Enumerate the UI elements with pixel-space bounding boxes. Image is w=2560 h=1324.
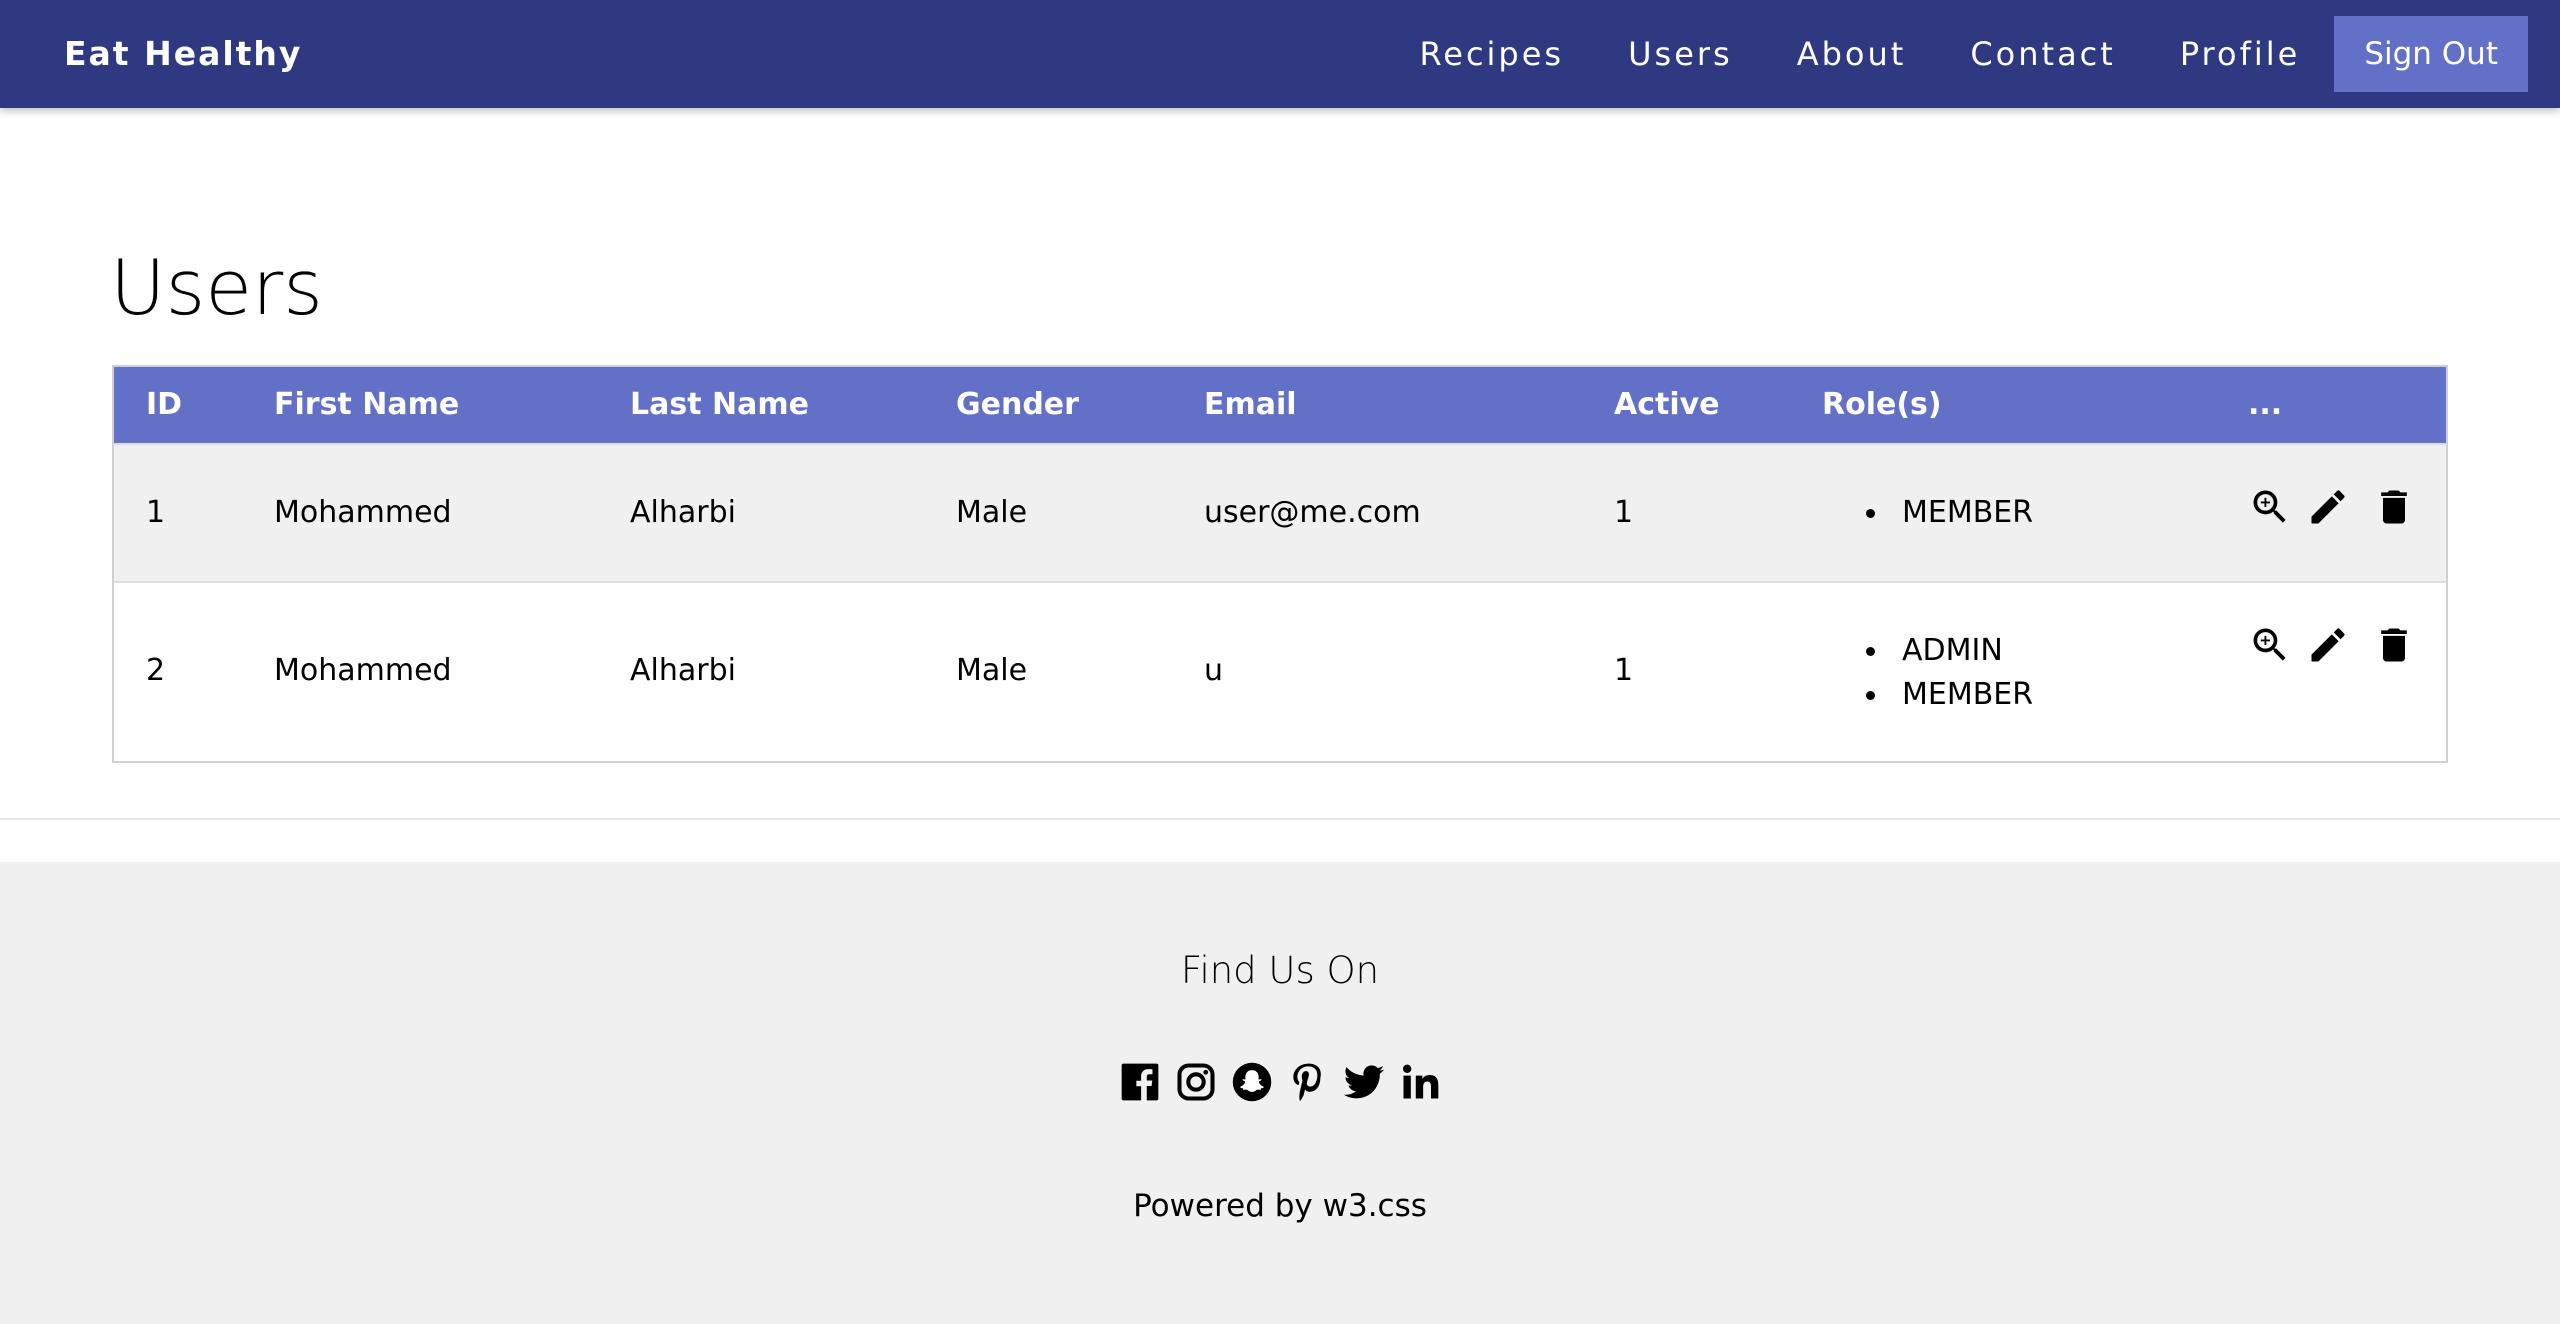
powered-by: Powered by w3.css xyxy=(0,1184,2560,1228)
col-header-gender: Gender xyxy=(956,387,1079,422)
pinterest-icon[interactable] xyxy=(1286,1060,1330,1104)
col-header-email: Email xyxy=(1204,387,1297,422)
nav-about[interactable]: About xyxy=(1765,16,1939,92)
top-navbar: Eat Healthy Recipes Users About Contact … xyxy=(0,0,2560,108)
role-item: MEMBER xyxy=(1822,491,2033,535)
pencil-icon[interactable] xyxy=(2306,485,2350,529)
linkedin-icon[interactable] xyxy=(1398,1060,1442,1104)
cell-gender: Male xyxy=(956,653,1028,688)
cell-last-name: Alharbi xyxy=(630,653,736,688)
pencil-icon[interactable] xyxy=(2306,623,2350,667)
trash-icon[interactable] xyxy=(2372,485,2416,529)
cell-id: 1 xyxy=(146,495,166,530)
brand-link[interactable]: Eat Healthy xyxy=(64,34,302,74)
nav-users[interactable]: Users xyxy=(1596,16,1765,92)
trash-icon[interactable] xyxy=(2372,623,2416,667)
cell-last-name: Alharbi xyxy=(630,495,736,530)
nav-recipes[interactable]: Recipes xyxy=(1387,16,1596,92)
instagram-icon[interactable] xyxy=(1174,1060,1218,1104)
w3css-link[interactable]: w3.css xyxy=(1323,1188,1427,1224)
cell-email: user@me.com xyxy=(1204,495,1421,530)
sign-out-button[interactable]: Sign Out xyxy=(2334,16,2528,92)
cell-id: 2 xyxy=(146,653,166,688)
col-header-id: ID xyxy=(146,387,183,422)
cell-roles: MEMBER xyxy=(1822,491,2033,535)
zoom-in-icon[interactable] xyxy=(2248,485,2292,529)
section-divider xyxy=(0,818,2560,820)
table-row: 2 Mohammed Alharbi Male u 1 ADMIN MEMBER xyxy=(114,581,2446,761)
col-header-active: Active xyxy=(1614,387,1720,422)
cell-roles: ADMIN MEMBER xyxy=(1822,629,2033,717)
table-row: 1 Mohammed Alharbi Male user@me.com 1 ME… xyxy=(114,443,2446,581)
zoom-in-icon[interactable] xyxy=(2248,623,2292,667)
twitter-icon[interactable] xyxy=(1342,1060,1386,1104)
social-links xyxy=(0,1060,2560,1104)
nav-contact[interactable]: Contact xyxy=(1938,16,2148,92)
role-item: ADMIN xyxy=(1822,629,2033,673)
nav-profile[interactable]: Profile xyxy=(2148,16,2333,92)
snapchat-icon[interactable] xyxy=(1230,1060,1274,1104)
footer-heading: Find Us On xyxy=(1180,949,1380,992)
cell-active: 1 xyxy=(1614,653,1634,688)
cell-first-name: Mohammed xyxy=(274,495,452,530)
page-title: Users xyxy=(110,243,323,332)
cell-active: 1 xyxy=(1614,495,1634,530)
role-item: MEMBER xyxy=(1822,673,2033,717)
facebook-icon[interactable] xyxy=(1118,1060,1162,1104)
cell-gender: Male xyxy=(956,495,1028,530)
col-header-roles: Role(s) xyxy=(1822,387,1942,422)
cell-first-name: Mohammed xyxy=(274,653,452,688)
nav-links: Recipes Users About Contact Profile Sign… xyxy=(1387,16,2528,92)
powered-by-text: Powered by xyxy=(1133,1188,1323,1224)
footer: Find Us On Powered by w3.css xyxy=(0,862,2560,1324)
col-header-first-name: First Name xyxy=(274,387,460,422)
col-header-last-name: Last Name xyxy=(630,387,809,422)
row-actions xyxy=(2248,623,2430,667)
cell-email: u xyxy=(1204,653,1224,688)
col-header-actions: ... xyxy=(2248,387,2283,422)
table-header: ID First Name Last Name Gender Email Act… xyxy=(114,367,2446,443)
users-table: ID First Name Last Name Gender Email Act… xyxy=(112,365,2448,763)
row-actions xyxy=(2248,485,2430,529)
